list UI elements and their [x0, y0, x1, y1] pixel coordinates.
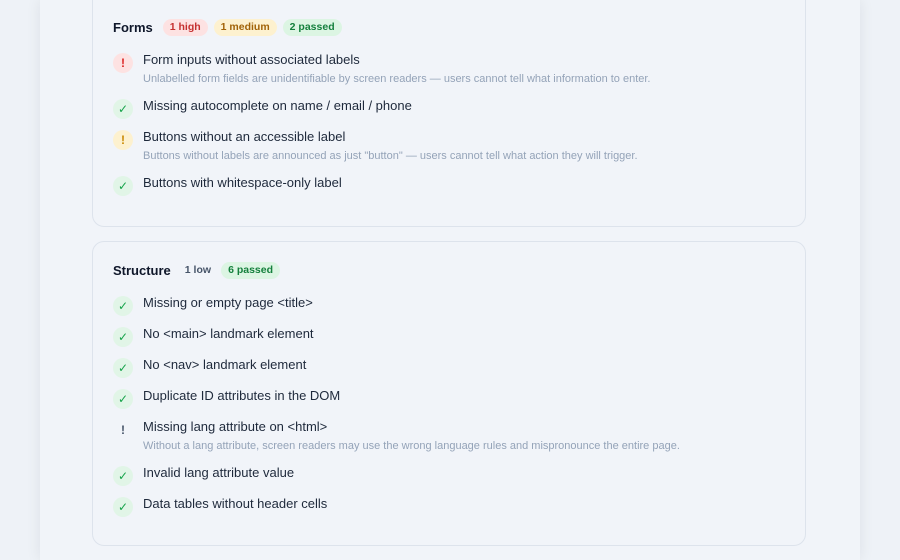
- structure-header: Structure 1 low 6 passed: [113, 262, 281, 279]
- check-description: Buttons without labels are announced as …: [143, 150, 638, 162]
- check-icon: ✓: [113, 296, 133, 316]
- alert-icon: !: [121, 423, 125, 437]
- check-icon: ✓: [113, 466, 133, 486]
- check-icon: ✓: [113, 327, 133, 347]
- check-icon: ✓: [113, 358, 133, 378]
- check-item: ✓ Data tables without header cells: [113, 495, 785, 526]
- check-label: Missing autocomplete on name / email / p…: [143, 98, 412, 113]
- check-item: ✓ Missing or empty page <title>: [113, 294, 785, 325]
- check-item: ✓ No <main> landmark element: [113, 325, 785, 356]
- check-icon: ✓: [113, 99, 133, 119]
- forms-medium-badge: 1 medium: [213, 19, 277, 36]
- check-item: ✓ Buttons with whitespace-only label: [113, 174, 785, 205]
- check-item: ! Form inputs without associated labels …: [113, 51, 785, 97]
- check-item: ✓ Invalid lang attribute value: [113, 464, 785, 495]
- check-label: Missing or empty page <title>: [143, 295, 313, 310]
- check-item: ! Missing lang attribute on <html> Witho…: [113, 418, 785, 464]
- check-label: No <main> landmark element: [143, 326, 314, 341]
- structure-card: Structure 1 low 6 passed ✓ Missing or em…: [92, 241, 806, 546]
- forms-passed-badge: 2 passed: [282, 19, 342, 36]
- check-description: Unlabelled form fields are unidentifiabl…: [143, 73, 651, 85]
- report-page: Forms 1 high 1 medium 2 passed ! Form in…: [40, 0, 860, 560]
- check-item: ! Buttons without an accessible label Bu…: [113, 128, 785, 174]
- forms-header: Forms 1 high 1 medium 2 passed: [113, 19, 342, 36]
- check-label: Duplicate ID attributes in the DOM: [143, 388, 341, 403]
- check-icon: ✓: [113, 389, 133, 409]
- check-label: Missing lang attribute on <html>: [143, 419, 328, 434]
- check-label: Buttons with whitespace-only label: [143, 175, 342, 190]
- check-label: Form inputs without associated labels: [143, 52, 360, 67]
- check-label: No <nav> landmark element: [143, 357, 307, 372]
- structure-passed-badge: 6 passed: [221, 262, 281, 279]
- check-item: ✓ Missing autocomplete on name / email /…: [113, 97, 785, 128]
- alert-icon: !: [113, 130, 133, 150]
- forms-card: Forms 1 high 1 medium 2 passed ! Form in…: [92, 0, 806, 227]
- check-label: Invalid lang attribute value: [143, 465, 295, 480]
- structure-title: Structure: [113, 263, 171, 278]
- forms-title: Forms: [113, 20, 153, 35]
- check-description: Without a lang attribute, screen readers…: [143, 440, 680, 452]
- check-icon: ✓: [113, 497, 133, 517]
- forms-high-badge: 1 high: [162, 19, 208, 36]
- check-label: Buttons without an accessible label: [143, 129, 346, 144]
- check-item: ✓ Duplicate ID attributes in the DOM: [113, 387, 785, 418]
- check-item: ✓ No <nav> landmark element: [113, 356, 785, 387]
- forms-check-list: ! Form inputs without associated labels …: [113, 51, 785, 205]
- alert-icon: !: [113, 53, 133, 73]
- structure-check-list: ✓ Missing or empty page <title> ✓ No <ma…: [113, 294, 785, 526]
- structure-low-badge: 1 low: [184, 264, 212, 276]
- check-label: Data tables without header cells: [143, 496, 328, 511]
- check-icon: ✓: [113, 176, 133, 196]
